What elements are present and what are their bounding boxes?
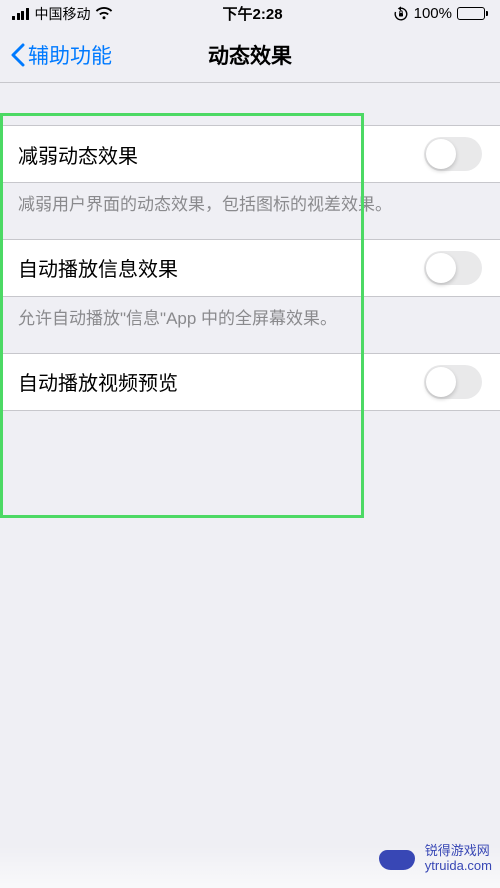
status-left: 中国移动: [12, 4, 113, 24]
row-reduce-motion[interactable]: 减弱动态效果: [0, 125, 500, 183]
auto-messages-switch[interactable]: [424, 251, 482, 285]
reduce-motion-label: 减弱动态效果: [18, 140, 138, 169]
carrier-label: 中国移动: [35, 4, 91, 24]
row-auto-messages[interactable]: 自动播放信息效果: [0, 239, 500, 297]
orientation-lock-icon: [393, 6, 409, 22]
auto-messages-label: 自动播放信息效果: [18, 253, 178, 282]
wifi-icon: [95, 7, 113, 20]
watermark: 锐得游戏网 ytruida.com: [375, 844, 492, 874]
reduce-motion-description: 减弱用户界面的动态效果，包括图标的视差效果。: [0, 183, 500, 239]
back-label: 辅助功能: [28, 40, 112, 70]
page-title: 动态效果: [208, 40, 292, 70]
chevron-left-icon: [10, 43, 25, 67]
battery-icon: [457, 7, 488, 20]
status-time: 下午2:28: [223, 3, 283, 24]
auto-video-switch[interactable]: [424, 365, 482, 399]
status-right: 100%: [393, 5, 488, 22]
status-bar: 中国移动 下午2:28 100%: [0, 0, 500, 27]
nav-bar: 辅助功能 动态效果: [0, 27, 500, 83]
section-spacer: [0, 83, 500, 125]
battery-percent: 100%: [414, 5, 452, 22]
controller-icon: [375, 844, 419, 874]
row-auto-video[interactable]: 自动播放视频预览: [0, 353, 500, 411]
auto-video-label: 自动播放视频预览: [18, 367, 178, 396]
back-button[interactable]: 辅助功能: [0, 40, 112, 70]
watermark-line2: ytruida.com: [425, 859, 492, 874]
auto-messages-description: 允许自动播放"信息"App 中的全屏幕效果。: [0, 297, 500, 353]
signal-icon: [12, 8, 29, 20]
reduce-motion-switch[interactable]: [424, 137, 482, 171]
watermark-line1: 锐得游戏网: [425, 844, 492, 859]
